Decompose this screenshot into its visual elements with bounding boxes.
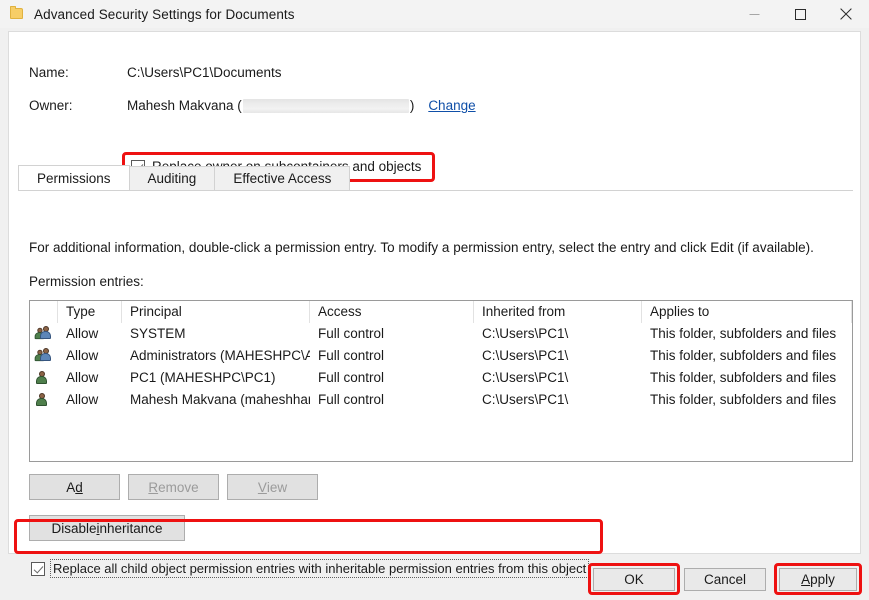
- tab-permissions[interactable]: Permissions: [18, 165, 130, 190]
- permission-entries-list[interactable]: Type Principal Access Inherited from App…: [29, 300, 853, 462]
- cancel-button-label: Cancel: [704, 572, 746, 587]
- folder-icon: [9, 6, 25, 22]
- window-controls: [731, 0, 869, 28]
- ok-button[interactable]: OK: [593, 568, 675, 591]
- view-button[interactable]: View: [227, 474, 318, 500]
- cell-applies-to: This folder, subfolders and files: [642, 389, 852, 411]
- owner-field-row: Owner: Mahesh Makvana ( ) Change: [29, 98, 476, 113]
- tab-effective-access-label: Effective Access: [233, 171, 331, 186]
- replace-child-permissions-checkbox[interactable]: [31, 562, 45, 576]
- column-header-icon: [30, 301, 58, 323]
- name-value: C:\Users\PC1\Documents: [127, 65, 282, 80]
- permission-entries-label: Permission entries:: [29, 274, 144, 289]
- view-button-label-after: iew: [267, 480, 287, 495]
- cell-inherited-from: C:\Users\PC1\: [474, 389, 642, 411]
- tab-permissions-label: Permissions: [37, 171, 111, 186]
- remove-button[interactable]: Remove: [128, 474, 219, 500]
- apply-button-accel: A: [801, 572, 810, 587]
- column-header-inherited-from[interactable]: Inherited from: [474, 301, 642, 323]
- cell-type: Allow: [58, 345, 122, 367]
- info-text: For additional information, double-click…: [29, 240, 814, 255]
- window-title: Advanced Security Settings for Documents: [34, 7, 295, 22]
- advanced-security-settings-dialog: Advanced Security Settings for Documents…: [0, 0, 869, 600]
- column-header-type[interactable]: Type: [58, 301, 122, 323]
- owner-label: Owner:: [29, 98, 127, 113]
- cell-inherited-from: C:\Users\PC1\: [474, 323, 642, 345]
- replace-child-permissions-checkbox-row[interactable]: Replace all child object permission entr…: [31, 559, 589, 578]
- apply-button-label-after: pply: [810, 572, 835, 587]
- cell-applies-to: This folder, subfolders and files: [642, 323, 852, 345]
- cell-type: Allow: [58, 367, 122, 389]
- disable-inheritance-label-before: Disable: [51, 521, 96, 536]
- cell-applies-to: This folder, subfolders and files: [642, 367, 852, 389]
- add-button[interactable]: Ad: [29, 474, 120, 500]
- table-row[interactable]: Allow Mahesh Makvana (maheshhari... Full…: [30, 389, 852, 411]
- remove-button-label-after: emove: [158, 480, 199, 495]
- dialog-content-frame: Name: C:\Users\PC1\Documents Owner: Mahe…: [8, 31, 861, 554]
- table-row[interactable]: Allow PC1 (MAHESHPC\PC1) Full control C:…: [30, 367, 852, 389]
- cell-access: Full control: [310, 367, 474, 389]
- close-button[interactable]: [823, 0, 869, 28]
- title-bar[interactable]: Advanced Security Settings for Documents: [0, 0, 869, 28]
- replace-child-permissions-checkbox-label: Replace all child object permission entr…: [50, 559, 589, 578]
- column-header-access[interactable]: Access: [310, 301, 474, 323]
- cell-type: Allow: [58, 323, 122, 345]
- cell-inherited-from: C:\Users\PC1\: [474, 367, 642, 389]
- cell-access: Full control: [310, 345, 474, 367]
- cell-type: Allow: [58, 389, 122, 411]
- tab-strip: Permissions Auditing Effective Access: [18, 166, 853, 191]
- redacted-owner-account: [243, 99, 409, 113]
- group-icon: [30, 345, 58, 367]
- disable-inheritance-label-after: nheritance: [99, 521, 162, 536]
- minimize-button[interactable]: [731, 0, 777, 28]
- ok-button-label: OK: [624, 572, 644, 587]
- add-button-accel: d: [75, 480, 83, 495]
- cell-inherited-from: C:\Users\PC1\: [474, 345, 642, 367]
- column-header-applies-to[interactable]: Applies to: [642, 301, 852, 323]
- add-button-label-before: A: [66, 480, 75, 495]
- cell-access: Full control: [310, 389, 474, 411]
- table-header-row: Type Principal Access Inherited from App…: [30, 301, 852, 323]
- apply-button[interactable]: Apply: [779, 568, 857, 591]
- cell-access: Full control: [310, 323, 474, 345]
- maximize-button[interactable]: [777, 0, 823, 28]
- change-owner-link[interactable]: Change: [428, 98, 475, 113]
- cell-principal: PC1 (MAHESHPC\PC1): [122, 367, 310, 389]
- group-icon: [30, 323, 58, 345]
- name-label: Name:: [29, 65, 127, 80]
- user-icon: [30, 367, 58, 389]
- cell-applies-to: This folder, subfolders and files: [642, 345, 852, 367]
- column-header-principal[interactable]: Principal: [122, 301, 310, 323]
- tab-effective-access[interactable]: Effective Access: [214, 166, 350, 190]
- table-row[interactable]: Allow SYSTEM Full control C:\Users\PC1\ …: [30, 323, 852, 345]
- tab-auditing[interactable]: Auditing: [129, 166, 216, 190]
- cancel-button[interactable]: Cancel: [684, 568, 766, 591]
- tab-auditing-label: Auditing: [148, 171, 197, 186]
- owner-value-suffix: ): [410, 98, 415, 113]
- table-row[interactable]: Allow Administrators (MAHESHPC\A... Full…: [30, 345, 852, 367]
- name-field-row: Name: C:\Users\PC1\Documents: [29, 65, 282, 80]
- user-icon: [30, 389, 58, 411]
- view-button-accel: V: [258, 480, 267, 495]
- cell-principal: Mahesh Makvana (maheshhari...: [122, 389, 310, 411]
- cell-principal: SYSTEM: [122, 323, 310, 345]
- remove-button-accel: R: [148, 480, 158, 495]
- disable-inheritance-button[interactable]: Disable inheritance: [29, 515, 185, 541]
- cell-principal: Administrators (MAHESHPC\A...: [122, 345, 310, 367]
- owner-value-prefix: Mahesh Makvana (: [127, 98, 242, 113]
